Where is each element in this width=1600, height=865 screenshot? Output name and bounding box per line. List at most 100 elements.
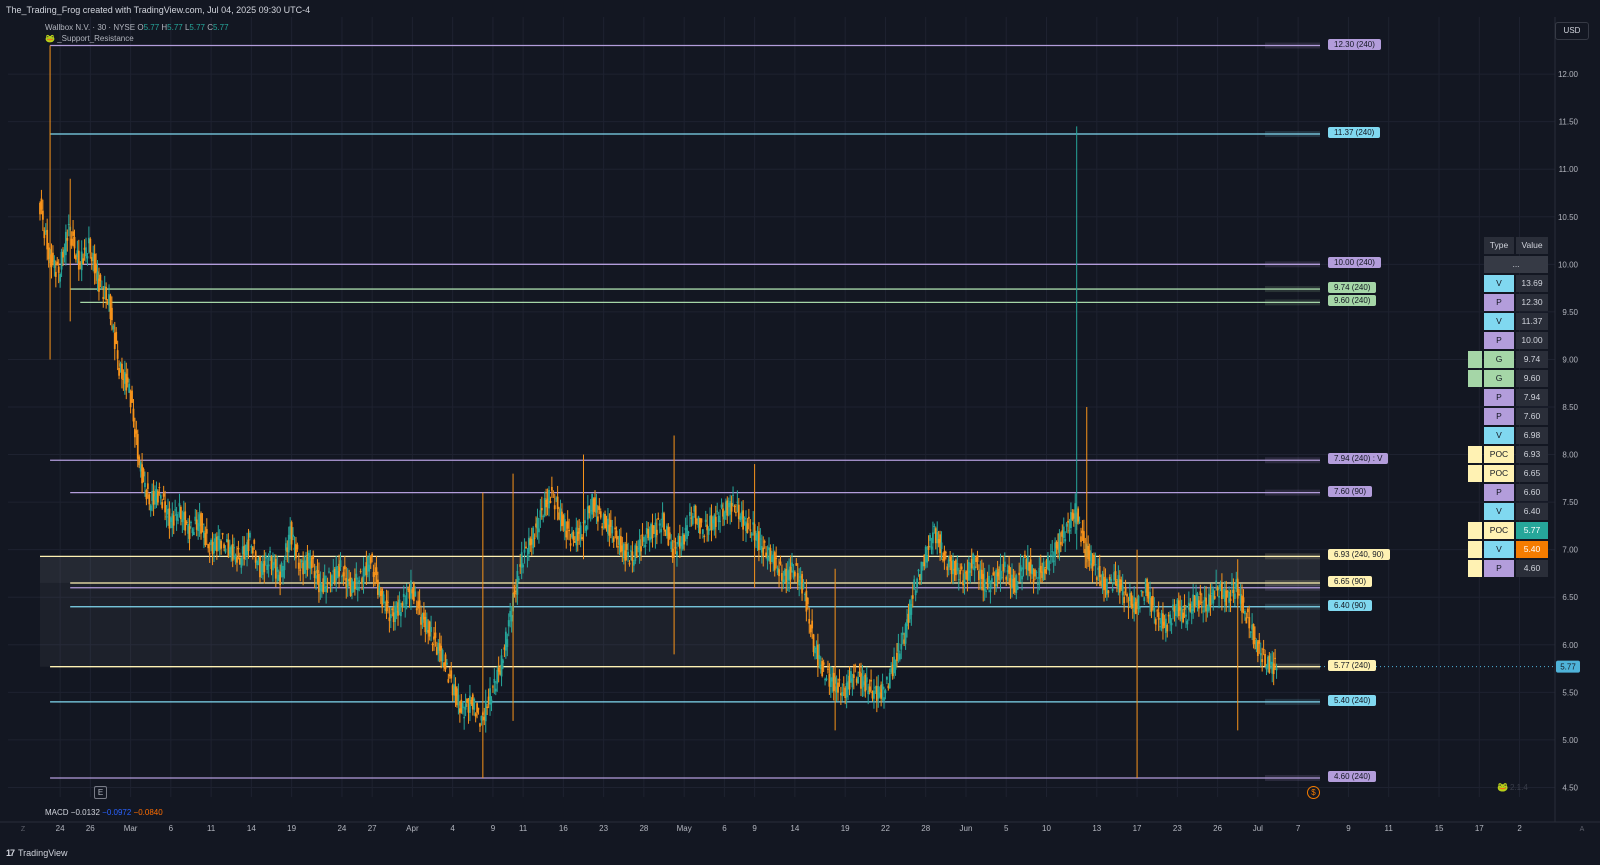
candle-body [806,597,809,605]
table-cell-type: POC [1484,522,1514,539]
candle-body [389,614,392,619]
candle-body [838,679,841,681]
candle-body [414,591,417,597]
candle-body [394,605,397,622]
candle-body [747,516,750,519]
candle-body [808,618,811,624]
table-cell-type: G [1484,351,1514,368]
candle-body [135,430,138,434]
level-label: 6.93 (240, 90) [1328,549,1390,561]
earnings-icon[interactable]: E [94,786,107,799]
candle-body [89,238,92,253]
macd-legend[interactable]: MACD −0.0132 −0.0972 −0.0840 [45,808,163,817]
x-tick-label: 10 [1042,824,1051,833]
candle-body [759,538,762,540]
x-tick-label: 6 [169,824,174,833]
table-cell-type: P [1484,389,1514,406]
ohlc-item: H5.77 [159,23,183,32]
candle-body [401,602,404,606]
candle-body [178,503,181,507]
macd-value: −0.0972 [99,808,132,817]
candle-body [180,507,182,520]
candle-body [793,571,796,577]
candle-body [85,247,87,257]
candle-body [1169,614,1172,624]
candle-body [701,529,704,534]
candle-body [297,562,300,569]
candle-body [236,557,238,563]
level-zone [1265,698,1320,705]
y-tick-label: 11.50 [1559,118,1579,127]
candle-body [1134,602,1137,614]
currency-button[interactable]: USD [1555,22,1589,40]
candle-body [1121,585,1124,596]
candle-body [766,556,769,561]
y-tick-label: 5.00 [1562,736,1578,745]
candle-body [1245,617,1248,624]
candle-body [553,505,556,510]
level-label: 9.74 (240) [1328,282,1377,294]
ohlc-values: O5.77 H5.77 L5.77 C5.77 [137,23,228,32]
candle-body [369,555,372,564]
frog-icon: 🐸 [1497,782,1509,792]
row-marker [1468,370,1482,387]
candle-body [1228,591,1231,603]
candle-body [507,620,510,627]
candle-body [778,569,780,577]
x-tick-label: 13 [1092,824,1101,833]
candle-body [250,545,253,548]
candle-body [1021,575,1023,580]
candle-body [72,231,74,236]
x-tick-label: 11 [519,824,528,833]
candle-body [837,682,839,693]
candle-body [691,516,694,525]
row-marker [1468,465,1482,482]
candle-body [1248,617,1251,629]
y-tick-label: 6.50 [1562,593,1578,602]
candle-body [816,644,819,666]
candle-body [854,665,857,667]
candle-body [1154,619,1157,625]
level-label: 5.40 (240) [1328,694,1377,706]
candle-body [102,296,105,300]
candle-body [870,679,872,682]
level-zone [1265,774,1320,781]
candle-body [502,660,504,664]
candle-body [516,571,519,595]
candle-body [82,258,85,265]
table-cell-type: P [1484,294,1514,311]
symbol-legend[interactable]: Wallbox N.V. · 30 · NYSE O5.77 H5.77 L5.… [45,22,229,44]
candle-body [46,229,49,250]
table-cell-value: 6.60 [1516,484,1548,501]
level-label: 4.60 (240) [1328,770,1377,782]
candle-body [670,541,673,550]
candle-body [723,512,726,520]
candle-body [1139,607,1141,609]
candle-body [267,564,270,567]
indicator-line[interactable]: 🐸 _Support_Resistance [45,33,229,44]
ohlc-item: C5.77 [204,23,229,32]
candle-body [640,546,642,552]
candle-body [1242,597,1245,603]
table-cell-type: V [1484,503,1514,520]
candle-body [972,553,975,565]
level-zone [1265,457,1320,464]
candle-body [657,518,660,520]
candle-body [64,231,67,256]
dividend-icon[interactable]: $ [1307,786,1320,799]
row-marker [1468,522,1482,539]
candle-body [299,569,302,571]
candle-body [110,307,113,321]
x-tick-label: 14 [247,824,256,833]
x-tick-label: 26 [86,824,95,833]
candle-body [632,561,635,566]
candle-body [1067,520,1069,523]
candle-body [678,536,681,549]
candle-body [687,531,690,533]
candle-body [707,528,710,535]
candle-body [885,676,888,680]
candle-body [457,694,460,706]
candle-body [492,686,494,688]
candle-body [720,504,723,508]
candle-body [1275,668,1278,671]
